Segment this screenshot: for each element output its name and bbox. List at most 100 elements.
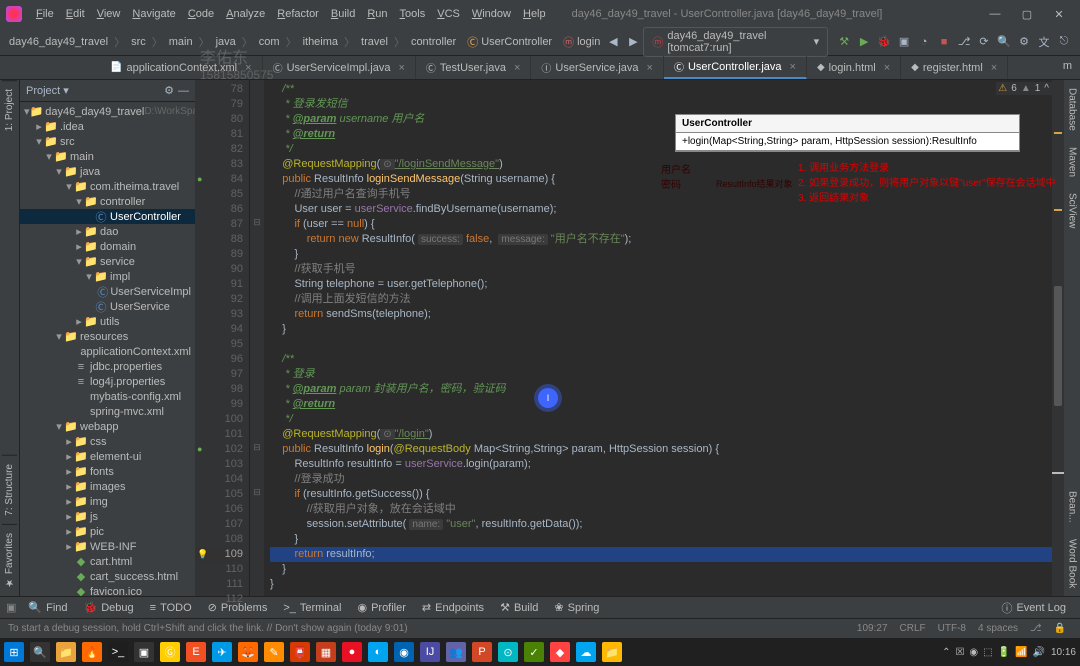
gutter-line[interactable]: 98 xyxy=(195,382,243,397)
code-line[interactable]: return new ResultInfo( success: false, m… xyxy=(270,232,1074,247)
tray-icon[interactable]: ☒ xyxy=(955,647,964,658)
tree-item[interactable]: ▸📁element-ui xyxy=(20,449,195,464)
bottom-tab-find[interactable]: 🔍Find xyxy=(20,601,75,614)
menu-build[interactable]: Build xyxy=(325,8,361,20)
update-icon[interactable]: ⟳ xyxy=(977,34,991,50)
menu-file[interactable]: File xyxy=(30,8,60,20)
fold-toggle-icon[interactable] xyxy=(250,502,264,517)
taskbar-app-icon[interactable]: >_ xyxy=(108,642,128,662)
gutter-line[interactable]: 93 xyxy=(195,307,243,322)
tree-arrow-icon[interactable]: ▾ xyxy=(34,135,44,148)
code-line[interactable]: if (resultInfo.getSuccess()) { xyxy=(270,487,1074,502)
gutter-line[interactable]: 108 xyxy=(195,532,243,547)
taskbar-app-icon[interactable]: ✎ xyxy=(264,642,284,662)
project-collapse-icon[interactable]: — xyxy=(178,85,189,97)
fold-toggle-icon[interactable] xyxy=(250,142,264,157)
gutter-line[interactable]: 105 xyxy=(195,487,243,502)
menu-view[interactable]: View xyxy=(91,8,127,20)
tree-arrow-icon[interactable]: ▸ xyxy=(74,315,84,328)
close-button[interactable]: ✕ xyxy=(1044,4,1074,24)
tree-item[interactable]: ▸📁img xyxy=(20,494,195,509)
fold-toggle-icon[interactable] xyxy=(250,397,264,412)
menu-window[interactable]: Window xyxy=(466,8,517,20)
code-line[interactable]: return sendSms(telephone); xyxy=(270,307,1074,322)
code-line[interactable]: /** xyxy=(270,82,1074,97)
bottom-tab-todo[interactable]: ≡TODO xyxy=(142,601,200,614)
tree-item[interactable]: ▸📁.idea xyxy=(20,119,195,134)
breadcrumb-part[interactable]: java xyxy=(213,36,239,48)
fold-toggle-icon[interactable] xyxy=(250,457,264,472)
gutter-line[interactable]: 101 xyxy=(195,427,243,442)
project-tool-tab[interactable]: 1: Project xyxy=(2,80,17,139)
debug-icon[interactable]: 🐞 xyxy=(877,34,891,50)
fold-toggle-icon[interactable] xyxy=(250,292,264,307)
code-line[interactable]: //获取用户对象，放在会话域中 xyxy=(270,502,1074,517)
fold-toggle-icon[interactable] xyxy=(250,307,264,322)
code-line[interactable]: } xyxy=(270,322,1074,337)
fold-toggle-icon[interactable] xyxy=(250,577,264,592)
scrollbar-thumb[interactable] xyxy=(1054,286,1062,406)
tree-item[interactable]: ⒸUserService xyxy=(20,299,195,314)
tree-item[interactable]: ▾📁service xyxy=(20,254,195,269)
taskbar-app-icon[interactable]: ◉ xyxy=(394,642,414,662)
tree-item[interactable]: ⒸUserServiceImpl xyxy=(20,284,195,299)
bottom-tab-debug[interactable]: 🐞Debug xyxy=(76,601,142,614)
intention-bulb-icon[interactable]: 💡 xyxy=(197,547,208,562)
fold-toggle-icon[interactable] xyxy=(250,592,264,607)
code-line[interactable]: */ xyxy=(270,412,1074,427)
clock[interactable]: 10:16 xyxy=(1051,647,1076,658)
gutter-line[interactable]: 94 xyxy=(195,322,243,337)
tree-item[interactable]: ▸📁utils xyxy=(20,314,195,329)
breadcrumb-part[interactable]: com xyxy=(256,36,283,48)
prev-highlight-icon[interactable]: ^ xyxy=(1044,83,1049,94)
tree-arrow-icon[interactable]: ▸ xyxy=(34,120,44,133)
taskbar-app-icon[interactable]: ▦ xyxy=(316,642,336,662)
tree-arrow-icon[interactable]: ▾ xyxy=(74,255,84,268)
menu-code[interactable]: Code xyxy=(182,8,220,20)
breadcrumb-part[interactable]: main xyxy=(166,36,196,48)
fold-toggle-icon[interactable] xyxy=(250,322,264,337)
tree-arrow-icon[interactable]: ▾ xyxy=(44,150,54,163)
tree-item[interactable]: ▸📁WEB-INF xyxy=(20,539,195,554)
nav-back-icon[interactable]: ◀ xyxy=(606,34,620,50)
editor-tab[interactable]: ◆register.html× xyxy=(901,56,1008,79)
taskbar-app-icon[interactable]: ◐ xyxy=(368,642,388,662)
gutter-line[interactable]: 104 xyxy=(195,472,243,487)
taskbar-app-icon[interactable]: 👥 xyxy=(446,642,466,662)
code-line[interactable]: String telephone = user.getTelephone(); xyxy=(270,277,1074,292)
file-encoding[interactable]: UTF-8 xyxy=(938,623,966,634)
project-tree[interactable]: Project ▾ ⚙ — ▾📁day46_day49_travel D:\Wo… xyxy=(20,80,195,596)
editor-tab[interactable]: ⒾUserService.java× xyxy=(531,56,664,79)
editor-tab[interactable]: 📄applicationContext.xml× xyxy=(100,56,263,79)
tree-item[interactable]: ▾📁com.itheima.travel xyxy=(20,179,195,194)
fold-toggle-icon[interactable]: ⊟ xyxy=(250,487,264,502)
fold-toggle-icon[interactable] xyxy=(250,367,264,382)
tree-arrow-icon[interactable]: ▾ xyxy=(84,270,94,283)
gutter-line[interactable]: 100 xyxy=(195,412,243,427)
maven-tool-tab[interactable]: Maven xyxy=(1065,139,1080,185)
menu-help[interactable]: Help xyxy=(517,8,552,20)
gutter-line[interactable]: 86 xyxy=(195,202,243,217)
fold-toggle-icon[interactable] xyxy=(250,157,264,172)
taskbar-app-icon[interactable]: ✓ xyxy=(524,642,544,662)
code-line[interactable]: * @return xyxy=(270,397,1074,412)
code-line[interactable]: return resultInfo; xyxy=(270,547,1074,562)
tree-arrow-icon[interactable]: ▸ xyxy=(64,450,74,463)
gutter-line[interactable]: 89 xyxy=(195,247,243,262)
tree-item[interactable]: ◆cart.html xyxy=(20,554,195,569)
tree-arrow-icon[interactable]: ▸ xyxy=(64,495,74,508)
settings-icon[interactable]: ⚙ xyxy=(1017,34,1031,50)
tree-arrow-icon[interactable]: ▸ xyxy=(64,435,74,448)
code-line[interactable] xyxy=(270,337,1074,352)
stop-icon[interactable]: ■ xyxy=(937,34,951,50)
editor-tab[interactable]: ⒸUserController.java× xyxy=(664,56,807,79)
editor-tab[interactable]: ◆login.html× xyxy=(807,56,901,79)
main-menu[interactable]: FileEditViewNavigateCodeAnalyzeRefactorB… xyxy=(30,8,552,20)
tree-item[interactable]: ▸📁images xyxy=(20,479,195,494)
gutter-line[interactable]: 82 xyxy=(195,142,243,157)
code-line[interactable] xyxy=(270,592,1074,607)
menu-run[interactable]: Run xyxy=(361,8,393,20)
tree-item[interactable]: ▸📁domain xyxy=(20,239,195,254)
close-tab-icon[interactable]: × xyxy=(647,62,653,74)
run-config-dropdown[interactable]: ⓜ day46_day49_travel [tomcat7:run] ▾ xyxy=(643,27,828,57)
